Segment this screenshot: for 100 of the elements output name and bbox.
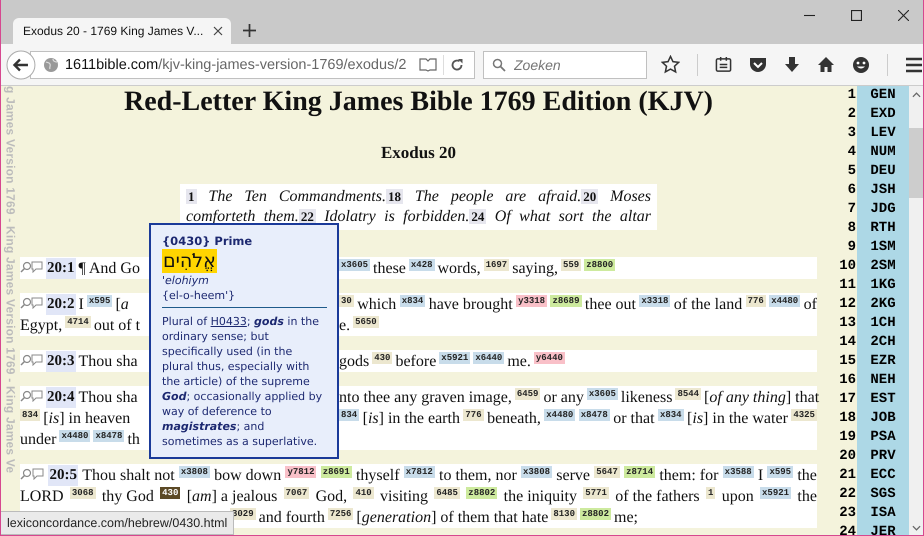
strongs-number-link[interactable]: 7256: [328, 508, 354, 520]
verse-number-link[interactable]: 20:5: [48, 464, 78, 486]
strongs-number-link[interactable]: x3808: [178, 466, 210, 478]
book-link[interactable]: EZR: [857, 352, 909, 371]
strongs-number-link[interactable]: x3318: [639, 294, 670, 306]
book-number: 3: [846, 124, 857, 143]
strongs-number-link[interactable]: x4480: [544, 408, 576, 420]
strongs-number-link[interactable]: x7812: [404, 466, 435, 478]
book-link[interactable]: PRV: [857, 447, 909, 466]
book-number: 10: [839, 257, 857, 276]
strongs-number-link[interactable]: 1: [706, 486, 716, 498]
strongs-number-link[interactable]: x595: [86, 294, 112, 306]
strongs-number-link[interactable]: 559: [561, 258, 582, 270]
strongs-number-link[interactable]: z8691: [320, 466, 352, 478]
book-number: 13: [839, 314, 857, 333]
strongs-number-link[interactable]: x8478: [578, 408, 610, 420]
pronunciation: {el-o-heem'}: [162, 288, 236, 303]
strongs-number-link[interactable]: z8802: [580, 508, 611, 520]
book-number: 9: [846, 238, 857, 257]
book-link[interactable]: ECC: [857, 466, 909, 485]
book-link[interactable]: PSA: [857, 428, 909, 447]
strongs-number-link[interactable]: z8689: [550, 294, 582, 306]
strongs-number-link[interactable]: z8714: [624, 466, 656, 478]
verse-number-link[interactable]: 20:3: [46, 350, 76, 372]
strongs-number-link[interactable]: 3068: [70, 486, 96, 498]
strongs-number-link[interactable]: x4480: [769, 294, 800, 306]
book-link[interactable]: JER: [857, 523, 909, 535]
verse-text: and fourth: [258, 508, 325, 528]
strongs-link[interactable]: H0433: [210, 315, 247, 328]
strongs-number-link[interactable]: x3588: [722, 466, 754, 478]
book-link[interactable]: NUM: [857, 143, 909, 162]
book-number: 17: [839, 390, 857, 409]
book-link[interactable]: JOB: [857, 409, 909, 428]
strongs-number-link[interactable]: 6485: [434, 486, 460, 498]
strongs-number-link[interactable]: x428: [408, 258, 434, 270]
search-field[interactable]: Zoeken: [483, 50, 647, 78]
book-link[interactable]: DEU: [857, 162, 909, 181]
strongs-number-link[interactable]: x6440: [473, 352, 504, 364]
book-link[interactable]: EST: [857, 390, 909, 409]
verse-text: [is] in the earth: [362, 408, 460, 428]
book-link[interactable]: NEH: [857, 371, 909, 390]
book-link[interactable]: SGS: [857, 485, 909, 504]
strongs-number-link[interactable]: x3808: [521, 466, 552, 478]
strongs-number-link[interactable]: 30: [339, 294, 354, 306]
strongs-number-link[interactable]: 8130: [551, 508, 577, 520]
book-link[interactable]: 1SM: [857, 238, 909, 257]
strongs-number-link[interactable]: z8802: [466, 486, 498, 498]
strongs-number-link[interactable]: 8544: [675, 388, 702, 400]
verse-number-link[interactable]: 20:4: [46, 386, 76, 408]
strongs-number-link[interactable]: y3318: [516, 294, 548, 306]
strongs-number-link[interactable]: 410: [353, 486, 374, 498]
strongs-number-link[interactable]: 5647: [594, 466, 620, 478]
strongs-number-link[interactable]: y7812: [285, 466, 316, 478]
strongs-number-link[interactable]: x8478: [93, 430, 124, 442]
strongs-number-link[interactable]: 776: [463, 408, 484, 420]
verse-number-link[interactable]: 20:2: [46, 294, 76, 314]
book-link[interactable]: GEN: [857, 86, 909, 105]
strongs-number-link[interactable]: 4325: [791, 408, 817, 420]
strongs-number-link[interactable]: 430: [372, 352, 392, 364]
book-link[interactable]: JDG: [857, 200, 909, 219]
strongs-number-link[interactable]: 5771: [583, 486, 609, 498]
strongs-number-link[interactable]: x595: [767, 466, 794, 478]
strongs-number-link[interactable]: 6459: [514, 388, 540, 400]
strongs-number-link[interactable]: x3605: [586, 388, 618, 400]
strongs-number-link[interactable]: 4714: [65, 316, 91, 328]
strongs-number-link[interactable]: 430: [160, 486, 180, 498]
book-link[interactable]: 2KG: [857, 295, 909, 314]
strongs-number-link[interactable]: x4480: [59, 430, 90, 442]
verse-number-link[interactable]: 20:1: [46, 258, 76, 278]
book-link[interactable]: EXD: [857, 105, 909, 124]
strongs-number-link[interactable]: 7067: [284, 486, 310, 498]
strongs-number-link[interactable]: x834: [400, 294, 426, 306]
strongs-number-link[interactable]: x5921: [760, 486, 792, 498]
book-link[interactable]: ISA: [857, 504, 909, 523]
strongs-number-link[interactable]: x834: [658, 408, 684, 420]
verse-text: me.: [507, 352, 531, 372]
strongs-number-link[interactable]: 834: [339, 408, 360, 420]
book-link[interactable]: LEV: [857, 124, 909, 143]
book-number: 12: [839, 295, 857, 314]
book-link[interactable]: RTH: [857, 219, 909, 238]
strongs-number-link[interactable]: 834: [20, 408, 40, 420]
verse-text: gods: [339, 352, 370, 372]
verse-text: of the land: [674, 294, 742, 314]
strongs-number-link[interactable]: z8800: [584, 258, 616, 270]
strongs-number-link[interactable]: 5650: [353, 316, 379, 328]
book-link[interactable]: 2SM: [857, 257, 909, 276]
strongs-number-link[interactable]: 1697: [484, 258, 510, 270]
book-link[interactable]: 1CH: [857, 314, 909, 333]
strongs-number-link[interactable]: y6440: [534, 352, 565, 364]
book-link[interactable]: JSH: [857, 181, 909, 200]
verse-text: upon: [722, 486, 754, 506]
strongs-number-link[interactable]: x3605: [339, 258, 370, 270]
verse-text: ¶ And Go: [78, 258, 140, 278]
book-link[interactable]: 2CH: [857, 333, 909, 352]
book-link[interactable]: 1KG: [857, 276, 909, 295]
address-bar[interactable]: 1611bible.com/kjv-king-james-version-1769/exodus/2: [30, 50, 475, 78]
browser-tab[interactable]: Exodus 20 - 1769 King James V...: [13, 18, 231, 44]
strongs-number-link[interactable]: 776: [746, 294, 766, 306]
book-number: 16: [839, 371, 857, 390]
strongs-number-link[interactable]: x5921: [439, 352, 470, 364]
